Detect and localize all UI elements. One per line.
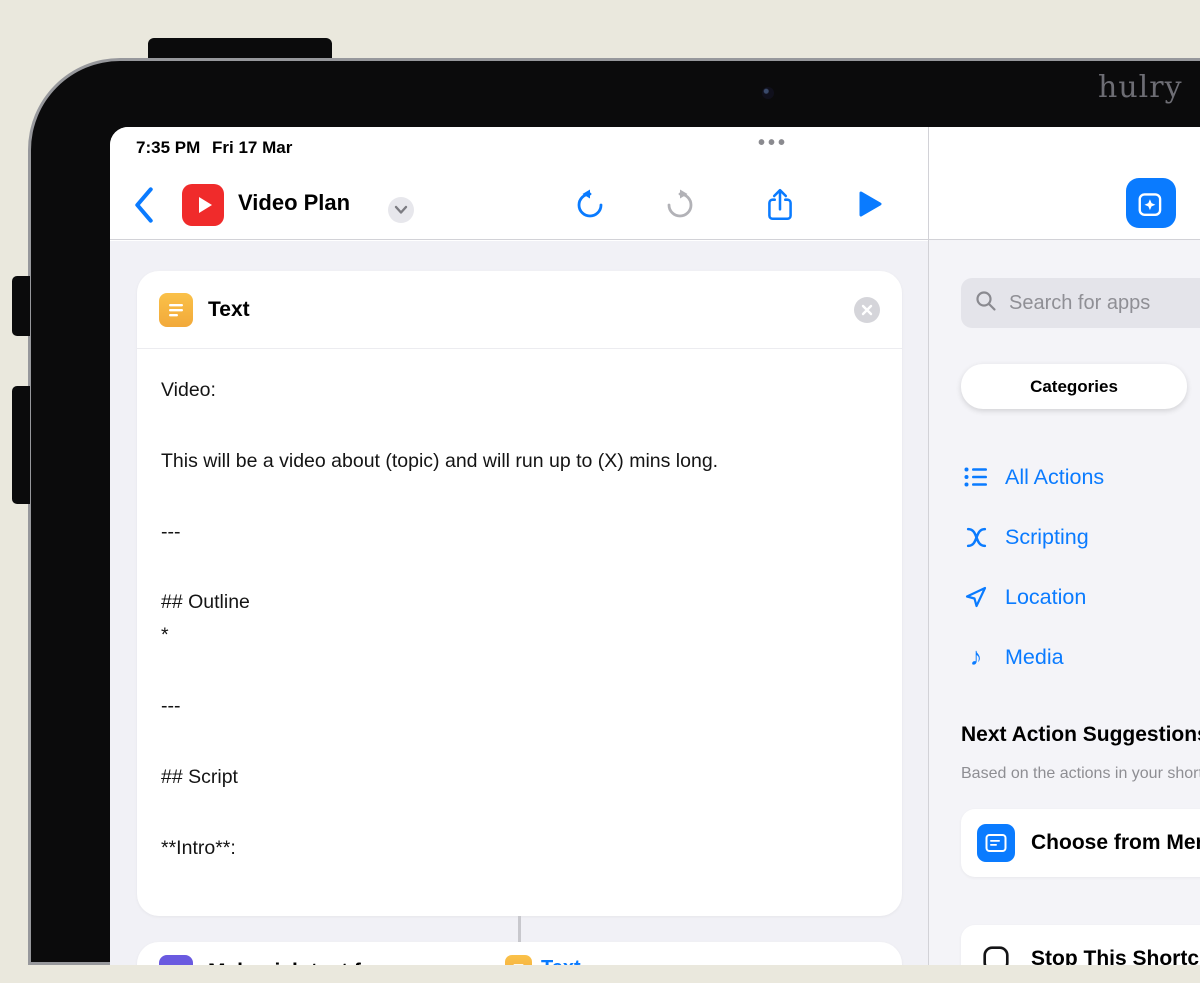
page: hulry 7:35 PM Fri 17 Mar ••• Video Plan (0, 0, 1200, 983)
suggestion-stop-this-shortcut[interactable]: Stop This Shortcut (961, 925, 1200, 965)
multitask-handle[interactable]: ••• (758, 132, 788, 155)
chevron-down-icon[interactable] (388, 197, 414, 223)
back-button[interactable] (132, 186, 156, 224)
front-camera (762, 87, 774, 99)
scripting-knot-icon (961, 525, 991, 550)
youtube-shortcut-icon (182, 184, 224, 226)
suggestion-choose-from-menu[interactable]: Choose from Menu (961, 809, 1200, 877)
run-button[interactable] (852, 187, 888, 223)
choose-from-menu-icon (977, 824, 1015, 862)
text-line: * (161, 624, 169, 647)
make-rich-text-action-card[interactable]: Make rich text from Text (137, 942, 902, 965)
sidebar-item-label: Media (1005, 644, 1064, 669)
redo-button[interactable] (662, 187, 698, 223)
status-date: Fri 17 Mar (212, 138, 293, 157)
sidebar-item-location[interactable]: Location (961, 577, 1086, 617)
music-note-icon: ♪ (969, 642, 983, 671)
sidebar-item-label: Location (1005, 584, 1087, 609)
categories-segment[interactable]: Categories (961, 364, 1187, 409)
suggestion-label: Stop This Shortcut (1031, 947, 1200, 965)
text-action-body[interactable]: Video: This will be a video about (topic… (137, 349, 902, 863)
rich-text-action-title: Make rich text from (208, 960, 401, 965)
sidebar-header (929, 127, 1200, 240)
text-line: Video: (161, 379, 216, 401)
undo-button[interactable] (572, 187, 608, 223)
suggestion-label: Choose from Menu (1031, 831, 1200, 854)
search-field[interactable] (961, 278, 1200, 328)
sidebar-item-label: Scripting (1005, 524, 1089, 549)
editor-pane: 7:35 PM Fri 17 Mar ••• Video Plan Text V… (110, 127, 928, 965)
sidebar-item-scripting[interactable]: Scripting (961, 517, 1089, 557)
editor-header: 7:35 PM Fri 17 Mar ••• Video Plan (110, 127, 928, 240)
sidebar-item-label: All Actions (1005, 464, 1105, 489)
hulry-watermark: hulry (1098, 70, 1183, 105)
text-action-icon (159, 292, 193, 327)
sidebar-item-media[interactable]: ♪ Media (961, 637, 1064, 677)
screen: 7:35 PM Fri 17 Mar ••• Video Plan Text V… (110, 127, 1200, 965)
action-connector-line (518, 916, 521, 944)
pane-divider (928, 127, 929, 965)
text-variable-icon (505, 955, 532, 965)
close-icon[interactable] (854, 296, 880, 323)
next-action-suggestions-subtitle: Based on the actions in your shortcut (961, 765, 1200, 782)
search-icon (975, 290, 997, 317)
shortcut-title: Video Plan (238, 190, 351, 215)
text-line: **Intro**: (161, 836, 236, 859)
text-line: This will be a video about (topic) and w… (161, 449, 719, 472)
status-time: 7:35 PM (136, 138, 201, 157)
text-action-card: Text Video: This will be a video about (… (137, 271, 902, 916)
text-action-title: Text (208, 297, 250, 321)
share-button[interactable] (762, 187, 798, 223)
ipad-side-button (12, 386, 30, 504)
ipad-volume-button (12, 276, 30, 336)
shortcut-canvas: Text Video: This will be a video about (… (110, 241, 928, 965)
stop-square-icon (977, 940, 1015, 965)
action-library-button[interactable] (1126, 178, 1176, 228)
text-variable-label: Text (541, 957, 581, 965)
text-variable-token[interactable]: Text (505, 955, 581, 965)
rich-text-action-icon (159, 955, 193, 965)
next-action-suggestions-title: Next Action Suggestions (961, 723, 1200, 746)
sidebar-item-all-actions[interactable]: All Actions (961, 457, 1104, 497)
all-actions-list-icon (961, 465, 991, 489)
categories-label: Categories (1030, 376, 1118, 396)
text-line: ## Outline (161, 591, 250, 614)
search-input[interactable] (1007, 290, 1200, 316)
text-action-header[interactable]: Text (137, 271, 902, 349)
text-line: ## Script (161, 765, 238, 788)
location-arrow-icon (961, 585, 991, 609)
action-library-sidebar: Categories All Actions (929, 127, 1200, 965)
text-line: --- (161, 694, 181, 717)
text-line: --- (161, 520, 181, 543)
